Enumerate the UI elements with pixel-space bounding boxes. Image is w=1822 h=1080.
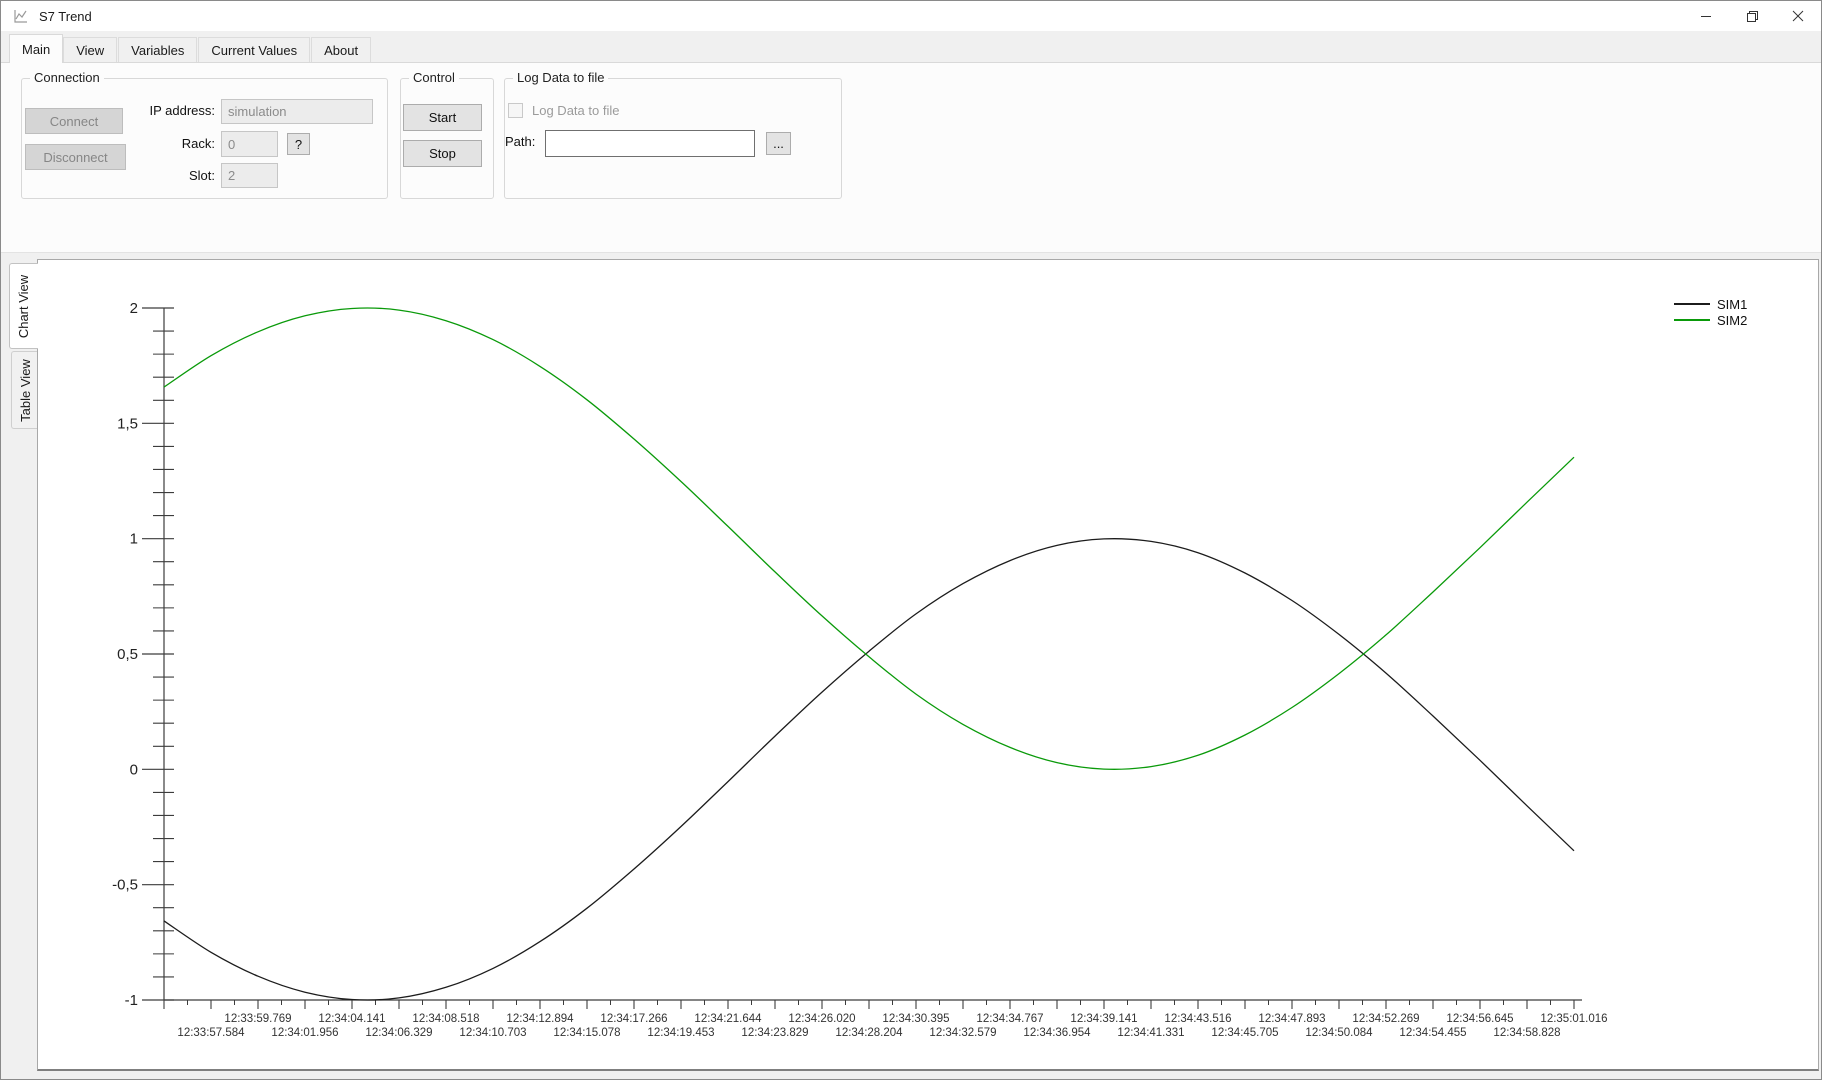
- side-tab-label: Chart View: [16, 274, 32, 338]
- y-tick-label: -0,5: [112, 877, 138, 894]
- control-groupbox: Control Start Stop: [400, 70, 494, 199]
- trend-chart: 21,510,50-0,5-112:33:57.58412:33:59.7691…: [112, 300, 1607, 1039]
- disconnect-button[interactable]: Disconnect: [25, 144, 126, 170]
- series-sim2: [163, 307, 1575, 770]
- rack-help-button[interactable]: ?: [287, 133, 310, 155]
- restore-icon: [1746, 10, 1758, 22]
- minimize-button[interactable]: [1683, 1, 1729, 31]
- stop-button[interactable]: Stop: [403, 140, 482, 167]
- x-tick-label: 12:34:01.956: [271, 1027, 338, 1039]
- connection-group-title: Connection: [30, 70, 104, 85]
- window-controls: [1683, 1, 1821, 31]
- chart-panel: 2 1,5 1 0,5 0 -0,5 -1 12:33:57.584 12:33:59.769 1…: [37, 259, 1819, 1071]
- log-data-checkbox[interactable]: [508, 103, 523, 118]
- chart-legend: SIM1 SIM2: [1674, 296, 1747, 328]
- minimize-icon: [1701, 16, 1711, 17]
- ip-address-field[interactable]: [221, 99, 373, 124]
- slot-field[interactable]: [221, 163, 278, 188]
- legend-line-swatch: [1674, 319, 1710, 321]
- tab-variables[interactable]: Variables: [118, 37, 198, 62]
- x-tick-label: 12:35:01.016: [1540, 1013, 1607, 1025]
- log-data-checkbox-label: Log Data to file: [532, 103, 620, 118]
- x-tick-label: 12:34:45.705: [1211, 1027, 1278, 1039]
- x-tick-label: 12:34:21.644: [694, 1013, 762, 1025]
- control-group-title: Control: [409, 70, 459, 85]
- browse-button[interactable]: ...: [766, 132, 791, 155]
- side-tab-chart-view[interactable]: Chart View: [9, 263, 38, 349]
- x-tick-label: 12:34:41.331: [1117, 1027, 1184, 1039]
- x-tick-label: 12:34:10.703: [459, 1027, 526, 1039]
- path-field[interactable]: [545, 130, 755, 157]
- x-tick-label: 12:33:59.769: [224, 1013, 291, 1025]
- x-tick-label: 12:33:57.584: [177, 1027, 245, 1039]
- main-tab-page: Connection Connect Disconnect IP address…: [1, 63, 1821, 253]
- legend-line-swatch: [1674, 303, 1710, 305]
- x-tick-label: 12:34:36.954: [1023, 1027, 1091, 1039]
- x-tick-label: 12:34:50.084: [1305, 1027, 1373, 1039]
- tab-view[interactable]: View: [63, 37, 118, 62]
- start-button[interactable]: Start: [403, 104, 482, 131]
- x-tick-label: 12:34:30.395: [882, 1013, 949, 1025]
- x-tick-label: 12:34:43.516: [1164, 1013, 1231, 1025]
- series-sim1: [163, 538, 1575, 1001]
- log-groupbox: Log Data to file Log Data to file Path: …: [504, 70, 842, 199]
- y-tick-label: 0,5: [117, 646, 138, 663]
- y-tick-label: -1: [125, 992, 138, 1009]
- y-major-ticks: 2 1,5 1 0,5 0 -0,5 -1: [112, 300, 174, 1009]
- tab-main[interactable]: Main: [9, 34, 64, 63]
- x-tick-label: 12:34:17.266: [600, 1013, 667, 1025]
- close-button[interactable]: [1775, 1, 1821, 31]
- app-trend-icon: [14, 10, 27, 23]
- x-tick-labels: 12:33:57.584 12:33:59.769 12:34:01.956 12:3…: [177, 1013, 1607, 1039]
- x-tick-label: 12:34:26.020: [788, 1013, 855, 1025]
- y-tick-label: 2: [130, 300, 138, 317]
- tab-strip: Main View Variables Current Values About: [1, 31, 1821, 63]
- slot-label: Slot:: [188, 168, 215, 183]
- rack-label: Rack:: [181, 136, 215, 151]
- tab-about[interactable]: About: [311, 37, 372, 62]
- x-tick-label: 12:34:15.078: [553, 1027, 620, 1039]
- x-tick-label: 12:34:08.518: [412, 1013, 479, 1025]
- close-icon: [1792, 10, 1804, 22]
- x-tick-label: 12:34:28.204: [835, 1027, 903, 1039]
- x-tick-label: 12:34:39.141: [1070, 1013, 1137, 1025]
- x-tick-label: 12:34:47.893: [1258, 1013, 1325, 1025]
- legend-item-sim2: SIM2: [1674, 312, 1747, 328]
- connection-groupbox: Connection Connect Disconnect IP address…: [21, 70, 388, 199]
- title-bar: S7 Trend: [1, 1, 1821, 31]
- x-tick-label: 12:34:34.767: [976, 1013, 1043, 1025]
- x-tick-label: 12:34:54.455: [1399, 1027, 1466, 1039]
- x-tick-label: 12:34:56.645: [1446, 1013, 1513, 1025]
- side-tab-table-view[interactable]: Table View: [11, 351, 38, 429]
- x-ticks: [163, 1000, 1575, 1009]
- tab-current-values[interactable]: Current Values: [198, 37, 311, 62]
- chart-view-container: Chart View Table View 2 1,5 1 0,5 0 -0,5 -1 12:3…: [9, 259, 1819, 1073]
- app-window: S7 Trend Main View Variables Current Values…: [0, 0, 1822, 1080]
- x-tick-label: 12:34:19.453: [647, 1027, 714, 1039]
- y-tick-label: 0: [130, 761, 138, 778]
- y-tick-label: 1: [130, 531, 138, 548]
- x-tick-label: 12:34:04.141: [318, 1013, 385, 1025]
- legend-label: SIM1: [1717, 296, 1748, 312]
- x-tick-label: 12:34:58.828: [1493, 1027, 1560, 1039]
- x-tick-label: 12:34:12.894: [506, 1013, 574, 1025]
- restore-button[interactable]: [1729, 1, 1775, 31]
- window-title: S7 Trend: [39, 8, 92, 24]
- x-tick-label: 12:34:32.579: [929, 1027, 996, 1039]
- y-tick-label: 1,5: [117, 415, 138, 432]
- connect-button[interactable]: Connect: [25, 108, 123, 134]
- log-group-title: Log Data to file: [513, 70, 609, 85]
- legend-label: SIM2: [1717, 312, 1748, 328]
- legend-item-sim1: SIM1: [1674, 296, 1747, 312]
- rack-field[interactable]: [221, 131, 278, 157]
- x-tick-label: 12:34:52.269: [1352, 1013, 1419, 1025]
- x-tick-label: 12:34:06.329: [365, 1027, 432, 1039]
- side-tab-label: Table View: [17, 358, 33, 422]
- x-tick-label: 12:34:23.829: [741, 1027, 808, 1039]
- ip-address-label: IP address:: [149, 103, 215, 118]
- path-label: Path:: [505, 134, 536, 149]
